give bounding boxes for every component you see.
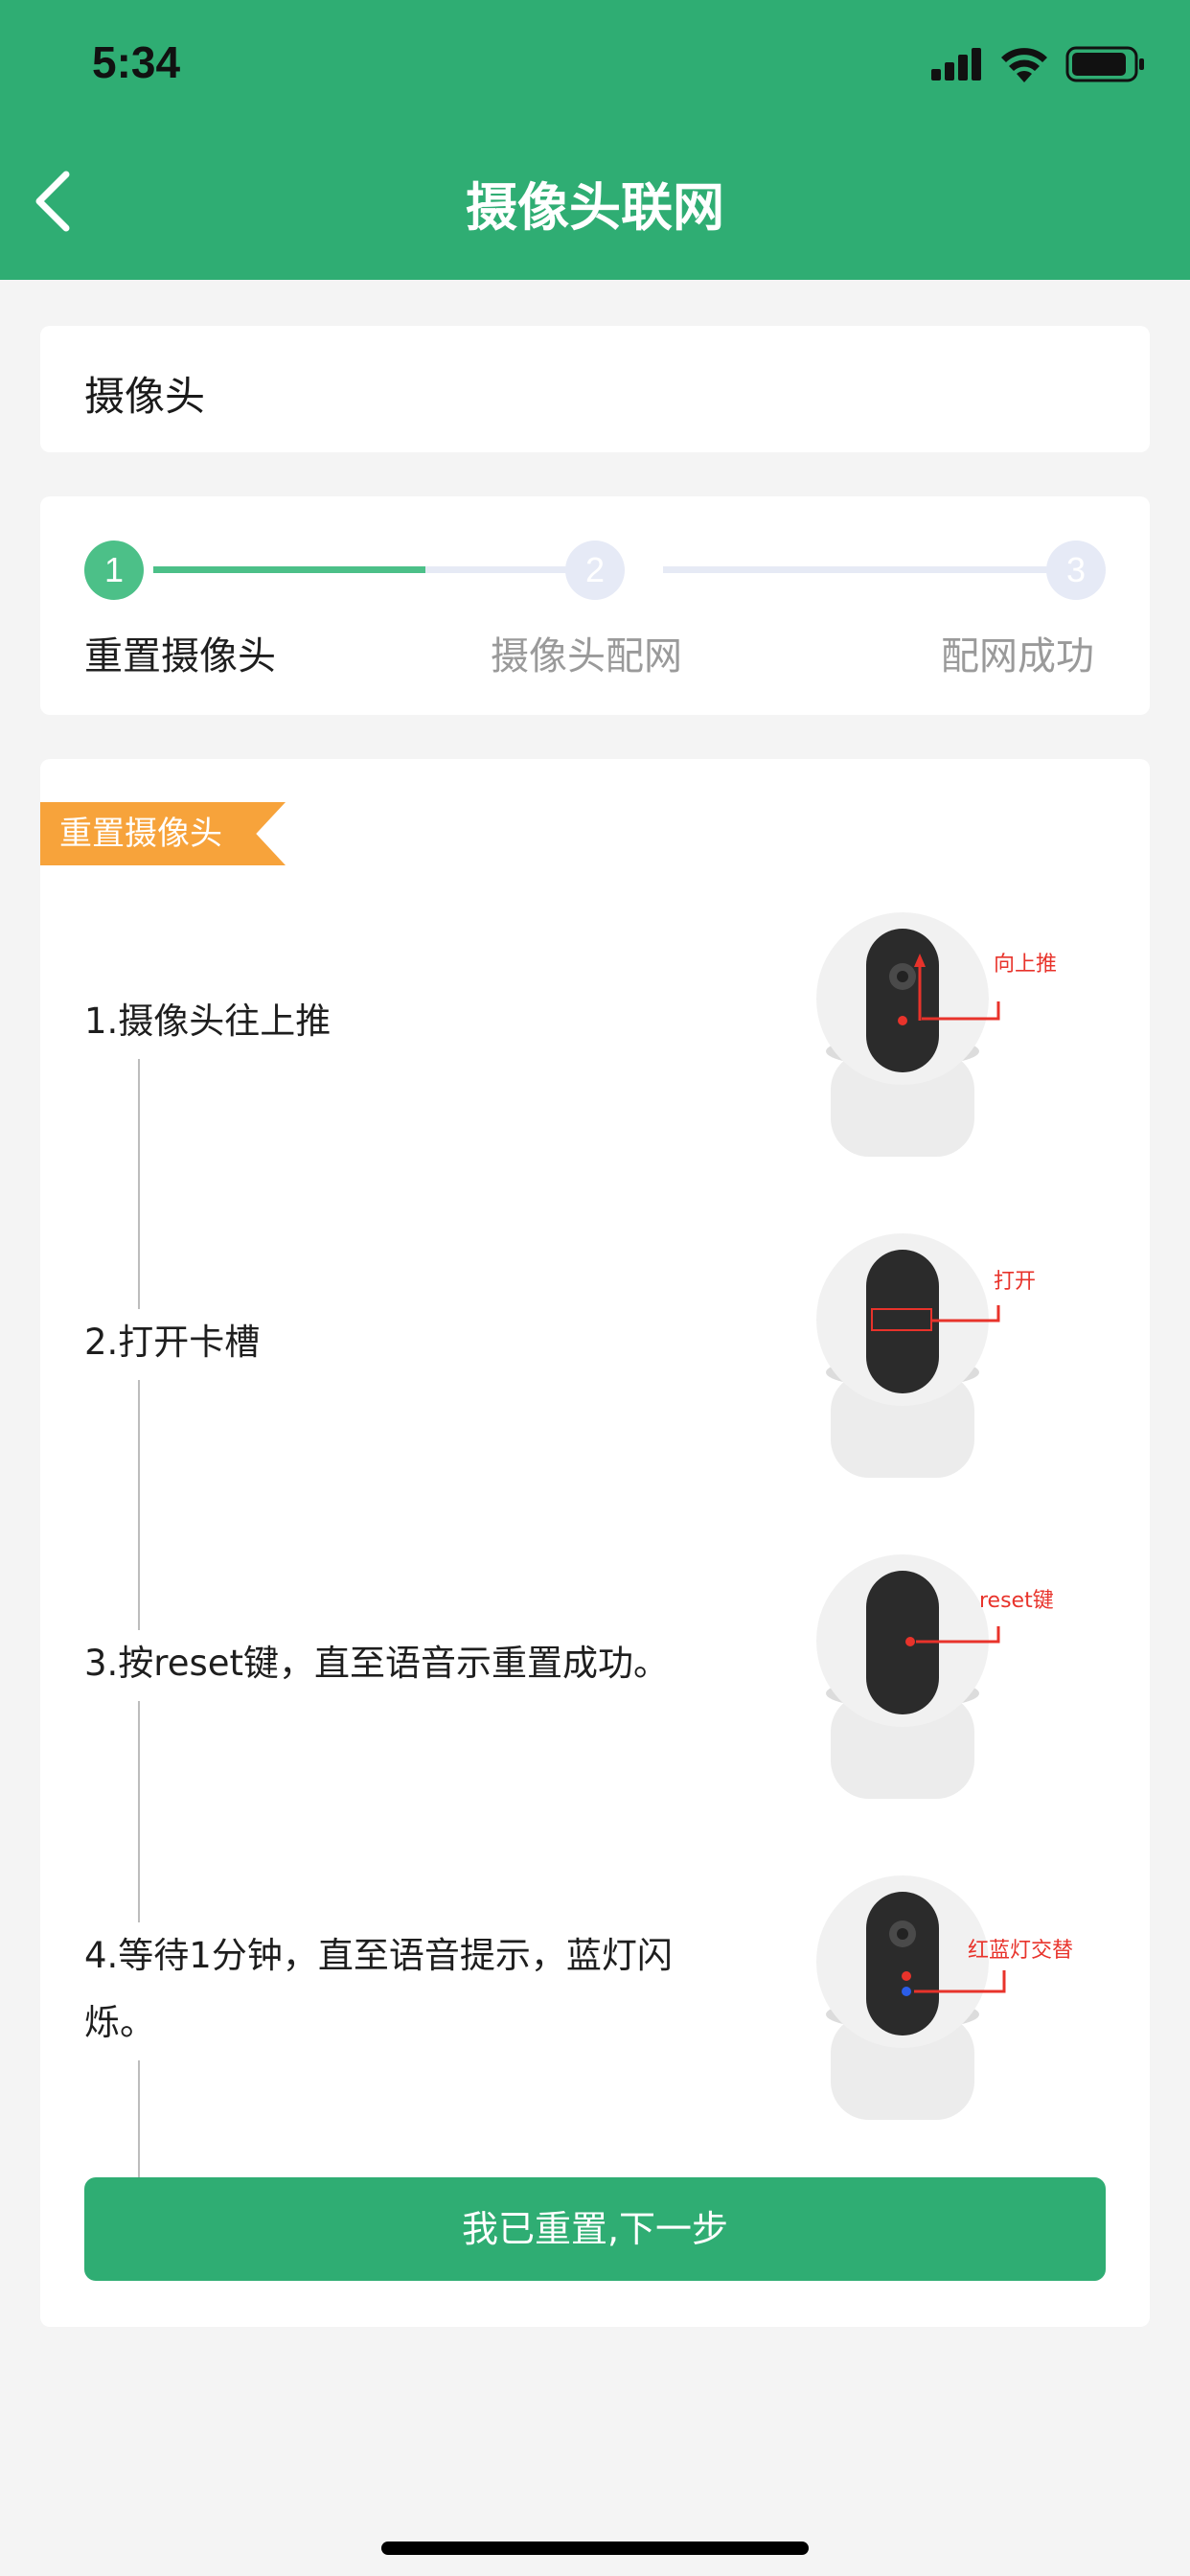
progress-stepper: 1 2 3 重置摄像头 摄像头配网 配网成功 bbox=[40, 496, 1150, 715]
step-3-label: 配网成功 bbox=[941, 634, 1094, 678]
guide-step-text: 3.按reset键，直至语音示重置成功。 bbox=[84, 1630, 698, 1701]
step-1-indicator: 1 bbox=[84, 540, 144, 600]
guide-step-text: 4.等待1分钟，直至语音提示，蓝灯闪烁。 bbox=[84, 1922, 698, 2060]
guide-step-text: 1.摄像头往上推 bbox=[84, 988, 698, 1059]
cellular-signal-icon bbox=[931, 48, 981, 80]
status-icons bbox=[931, 42, 1146, 86]
camera-annotation: 打开 bbox=[994, 1270, 1036, 1294]
camera-push-up-image: 向上推 bbox=[816, 912, 1057, 1157]
battery-icon bbox=[1065, 46, 1144, 82]
device-name: 摄像头 bbox=[84, 373, 206, 420]
step-3-indicator: 3 bbox=[1046, 540, 1106, 600]
guide-step-1: 1.摄像头往上推 向上推 bbox=[40, 908, 1150, 1214]
camera-annotation: 红蓝灯交替 bbox=[968, 1939, 1073, 1963]
guide-step-4: 4.等待1分钟，直至语音提示，蓝灯闪烁。 红蓝灯交替 bbox=[40, 1871, 1150, 2177]
stepper-track-pending bbox=[663, 566, 1088, 573]
camera-blink-light-image: 红蓝灯交替 bbox=[816, 1875, 1073, 2120]
wifi-icon bbox=[1001, 48, 1047, 82]
section-ribbon: 重置摄像头 bbox=[40, 802, 286, 865]
device-card: 摄像头 bbox=[40, 326, 1150, 452]
page-title: 摄像头联网 bbox=[466, 177, 724, 238]
app-header: 5:34 摄像头联网 bbox=[0, 0, 1190, 280]
camera-reset-button-image: reset键 bbox=[816, 1554, 1054, 1799]
reset-done-next-button[interactable]: 我已重置,下一步 bbox=[84, 2177, 1106, 2281]
guide-step-text: 2.打开卡槽 bbox=[84, 1309, 698, 1380]
step-1-label: 重置摄像头 bbox=[84, 634, 276, 678]
reset-guide-card: 重置摄像头 1.摄像头往上推 向上推 2.打开卡槽 打开 3.按reset键，直… bbox=[40, 759, 1150, 2327]
step-2-indicator: 2 bbox=[565, 540, 625, 600]
step-2-label: 摄像头配网 bbox=[491, 634, 682, 678]
home-indicator[interactable] bbox=[381, 2542, 809, 2555]
guide-step-2: 2.打开卡槽 打开 bbox=[40, 1229, 1150, 1535]
stepper-track-complete bbox=[153, 566, 425, 573]
camera-annotation: reset键 bbox=[979, 1589, 1054, 1613]
camera-annotation: 向上推 bbox=[994, 953, 1057, 977]
status-time: 5:34 bbox=[92, 37, 181, 87]
guide-step-3: 3.按reset键，直至语音示重置成功。 reset键 bbox=[40, 1550, 1150, 1856]
camera-open-slot-image: 打开 bbox=[816, 1233, 1036, 1478]
